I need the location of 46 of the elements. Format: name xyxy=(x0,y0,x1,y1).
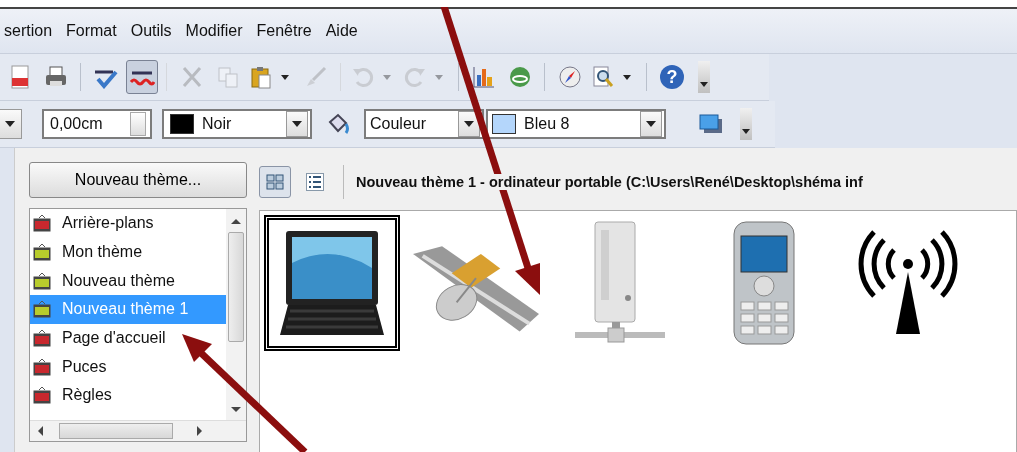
menu-item[interactable]: Fenêtre xyxy=(256,22,312,40)
shadow-icon[interactable] xyxy=(698,113,724,135)
caret-icon xyxy=(623,74,631,80)
new-theme-button[interactable]: Nouveau thème... xyxy=(29,162,247,198)
theme-list-item[interactable]: Page d'accueil xyxy=(30,323,226,353)
globe-icon xyxy=(508,65,532,89)
theme-list-item[interactable]: Nouveau thème xyxy=(30,266,226,296)
theme-list-item[interactable]: Règles xyxy=(30,381,226,410)
theme-list-item[interactable]: Puces xyxy=(30,352,226,382)
pdf-icon xyxy=(9,65,31,89)
cut-icon xyxy=(180,65,204,89)
paste-icon xyxy=(249,65,273,89)
menu-item[interactable]: Format xyxy=(66,22,117,40)
copy-icon xyxy=(216,65,240,89)
paintbrush-icon xyxy=(304,65,328,89)
menu-item[interactable]: Aide xyxy=(325,22,358,40)
toolbar-overflow-button[interactable] xyxy=(740,108,752,140)
paint-bucket-icon[interactable] xyxy=(326,112,350,136)
caret-icon xyxy=(281,74,289,80)
vertical-scrollbar[interactable] xyxy=(226,209,246,420)
theme-list-item[interactable]: Arrière-plans xyxy=(30,209,226,238)
menu-item[interactable]: Modifier xyxy=(185,22,243,40)
bar-chart-icon xyxy=(472,65,496,89)
undo-icon xyxy=(351,65,375,89)
icon-view-button[interactable] xyxy=(259,166,291,198)
gallery-title: Nouveau thème 1 - ordinateur portable (C:\Users\René\Desktop\shéma inf xyxy=(356,174,863,190)
autospell-icon-button[interactable] xyxy=(126,60,158,94)
dropdown-button[interactable] xyxy=(0,109,22,139)
theme-list-item[interactable]: Mon thème xyxy=(30,237,226,267)
caret-icon xyxy=(435,74,443,80)
toolbar-overflow-button[interactable] xyxy=(698,61,710,93)
compass-icon xyxy=(558,65,582,89)
menu-item[interactable]: sertion xyxy=(4,22,53,40)
horizontal-scrollbar[interactable] xyxy=(30,420,246,441)
laptop-thumbnail[interactable] xyxy=(264,215,400,351)
caret-icon xyxy=(383,74,391,80)
fill-color-dropdown[interactable]: Bleu 8 xyxy=(486,109,666,139)
redo-icon xyxy=(403,65,427,89)
line-color-dropdown[interactable]: Noir xyxy=(162,109,312,139)
zoom-icon xyxy=(591,65,615,89)
printer-icon xyxy=(44,65,68,89)
line-width-field[interactable]: 0,00cm xyxy=(42,109,152,139)
list-icon xyxy=(305,172,325,192)
fill-type-dropdown[interactable]: Couleur xyxy=(364,109,484,139)
grid-icon xyxy=(265,172,285,192)
menu-item[interactable]: Outils xyxy=(130,22,172,40)
